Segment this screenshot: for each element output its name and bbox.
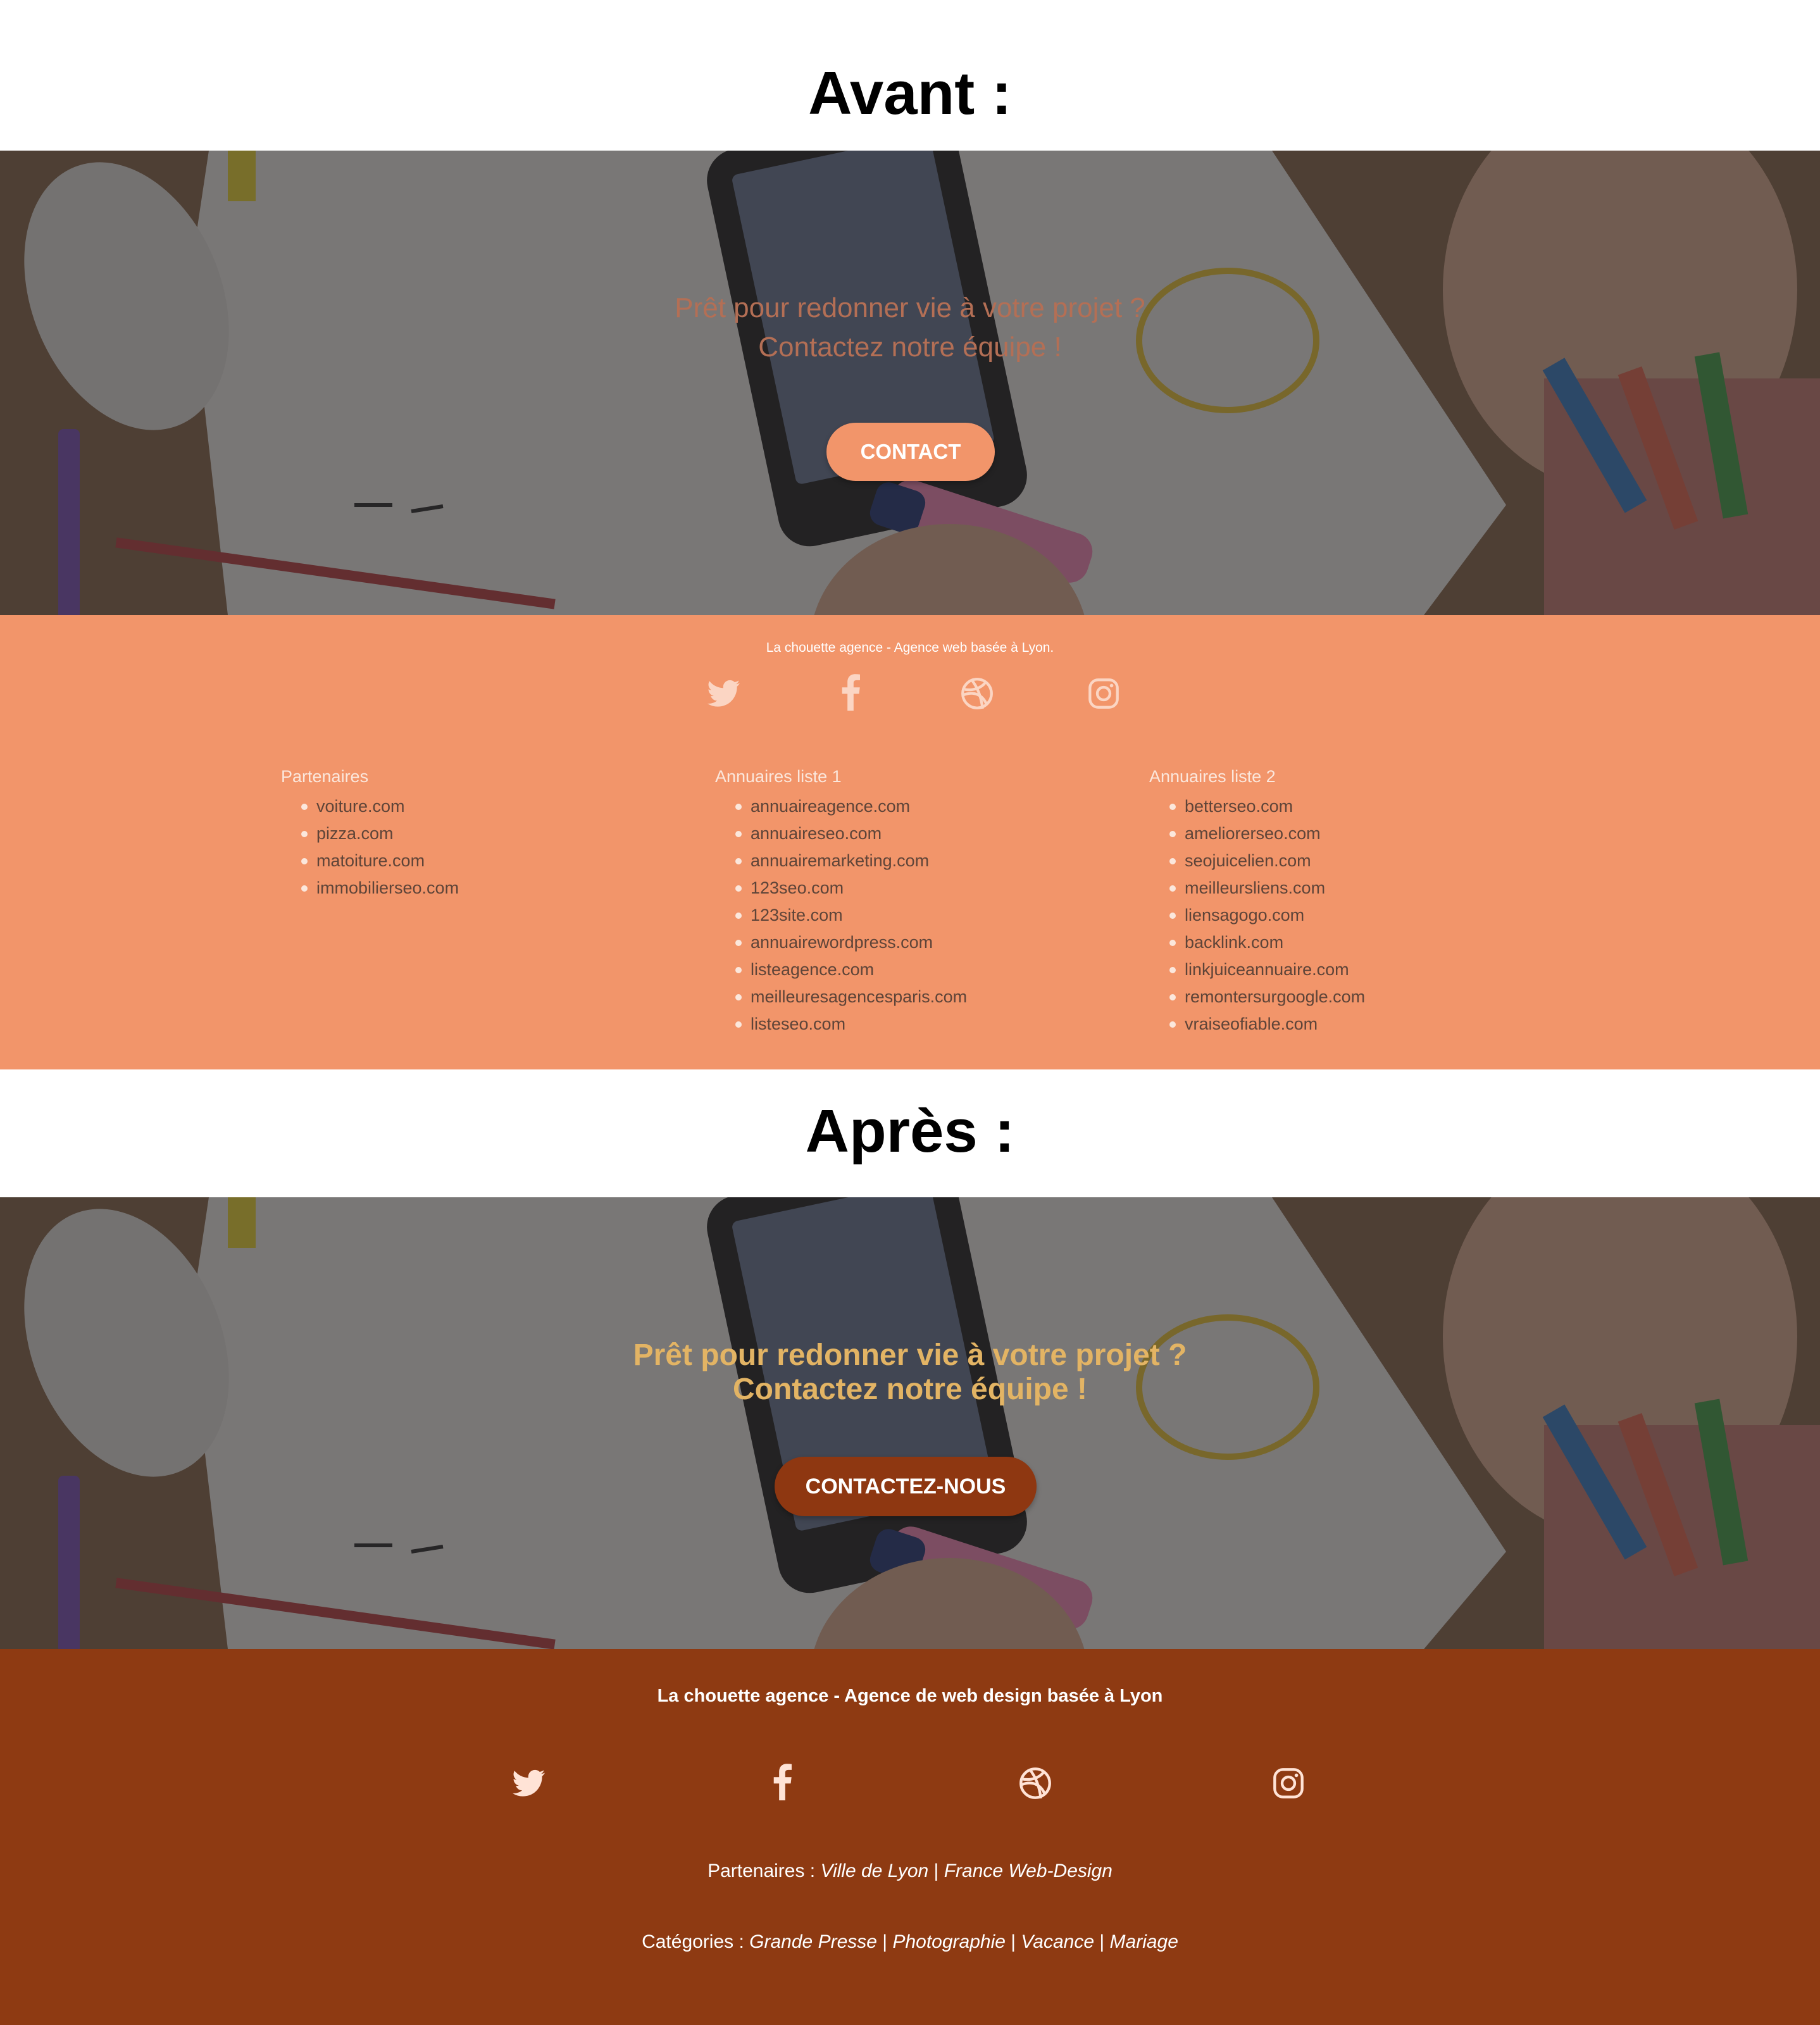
directories-list-2-column: Annuaires liste 2 betterseo.com ameliore…	[1149, 767, 1365, 1038]
hero-title-line1: Prêt pour redonner vie à votre projet ?	[633, 1338, 1187, 1372]
list-item: ameliorerseo.com	[1169, 820, 1365, 847]
link[interactable]: remontersurgoogle.com	[1185, 987, 1365, 1006]
dribbble-icon[interactable]	[1015, 1763, 1056, 1804]
list-item: remontersurgoogle.com	[1169, 983, 1365, 1011]
link[interactable]: linkjuiceannuaire.com	[1185, 960, 1349, 979]
partners-column: Partenaires voiture.com pizza.com matoit…	[281, 767, 459, 902]
category-link-photographie[interactable]: Photographie	[892, 1931, 1005, 1952]
link[interactable]: matoiture.com	[316, 851, 425, 870]
after-footer: La chouette agence - Agence de web desig…	[0, 1649, 1820, 2025]
hero-overlay	[0, 151, 1820, 615]
column-title: Annuaires liste 2	[1149, 767, 1276, 786]
footer-tagline: La chouette agence - Agence de web desig…	[657, 1686, 1163, 1706]
list-item: matoiture.com	[301, 847, 459, 875]
categories-line: Catégories : Grande Presse | Photographi…	[0, 1931, 1820, 1953]
link[interactable]: annuaireagence.com	[751, 797, 910, 816]
separator: |	[933, 1860, 939, 1881]
footer-tagline: La chouette agence - Agence web basée à …	[766, 640, 1054, 655]
link[interactable]: annuairemarketing.com	[751, 851, 929, 870]
link[interactable]: liensagogo.com	[1185, 906, 1304, 925]
before-heading: Avant :	[808, 59, 1012, 127]
facebook-icon[interactable]	[762, 1760, 802, 1804]
list-item: backlink.com	[1169, 929, 1365, 956]
list-item: annuaireagence.com	[735, 793, 967, 820]
list-item: meilleursliens.com	[1169, 875, 1365, 902]
separator: |	[882, 1931, 888, 1952]
list-item: pizza.com	[301, 820, 459, 847]
category-link-mariage[interactable]: Mariage	[1110, 1931, 1178, 1952]
link[interactable]: ameliorerseo.com	[1185, 824, 1321, 843]
list-item: vraiseofiable.com	[1169, 1011, 1365, 1038]
category-link-vacance[interactable]: Vacance	[1021, 1931, 1094, 1952]
separator: |	[1011, 1931, 1016, 1952]
list-item: betterseo.com	[1169, 793, 1365, 820]
before-hero-section: Prêt pour redonner vie à votre projet ? …	[0, 151, 1820, 615]
column-title: Partenaires	[281, 767, 369, 786]
link[interactable]: annuaireseo.com	[751, 824, 882, 843]
twitter-icon[interactable]	[509, 1763, 549, 1804]
before-footer: La chouette agence - Agence web basée à …	[0, 615, 1820, 1069]
list-item: seojuicelien.com	[1169, 847, 1365, 875]
link[interactable]: voiture.com	[316, 797, 405, 816]
list-item: listeagence.com	[735, 956, 967, 983]
link[interactable]: backlink.com	[1185, 933, 1283, 952]
link[interactable]: betterseo.com	[1185, 797, 1293, 816]
hero-overlay	[0, 1197, 1820, 1649]
instagram-icon[interactable]	[1083, 673, 1124, 714]
list-item: annuairewordpress.com	[735, 929, 967, 956]
link[interactable]: annuairewordpress.com	[751, 933, 933, 952]
partners-label: Partenaires :	[707, 1860, 816, 1881]
separator: |	[1099, 1931, 1105, 1952]
hero-title-line2: Contactez notre équipe !	[732, 1373, 1088, 1406]
instagram-icon[interactable]	[1268, 1763, 1309, 1804]
link[interactable]: vraiseofiable.com	[1185, 1014, 1318, 1033]
list-item: 123seo.com	[735, 875, 967, 902]
after-heading: Après :	[805, 1097, 1015, 1165]
list-item: annuaireseo.com	[735, 820, 967, 847]
partner-link-ville-de-lyon[interactable]: Ville de Lyon	[821, 1860, 929, 1881]
list-item: linkjuiceannuaire.com	[1169, 956, 1365, 983]
after-hero-section: Prêt pour redonner vie à votre projet ? …	[0, 1197, 1820, 1649]
link[interactable]: meilleuresagencesparis.com	[751, 987, 967, 1006]
facebook-icon[interactable]	[830, 671, 871, 714]
dribbble-icon[interactable]	[957, 673, 997, 714]
contact-us-button[interactable]: CONTACTEZ-NOUS	[775, 1457, 1037, 1516]
partners-line: Partenaires : Ville de Lyon | France Web…	[0, 1860, 1820, 1882]
link[interactable]: seojuicelien.com	[1185, 851, 1311, 870]
categories-label: Catégories :	[642, 1931, 744, 1952]
list-item: listeseo.com	[735, 1011, 967, 1038]
hero-title-line2: Contactez notre équipe !	[758, 332, 1062, 363]
twitter-icon[interactable]	[704, 673, 744, 714]
column-title: Annuaires liste 1	[715, 767, 842, 786]
link[interactable]: 123seo.com	[751, 878, 844, 897]
link[interactable]: listeagence.com	[751, 960, 874, 979]
link[interactable]: 123site.com	[751, 906, 843, 925]
list-item: annuairemarketing.com	[735, 847, 967, 875]
list-item: 123site.com	[735, 902, 967, 929]
contact-button[interactable]: CONTACT	[826, 423, 995, 481]
list-item: meilleuresagencesparis.com	[735, 983, 967, 1011]
link[interactable]: immobilierseo.com	[316, 878, 459, 897]
link[interactable]: listeseo.com	[751, 1014, 845, 1033]
list-item: voiture.com	[301, 793, 459, 820]
link[interactable]: meilleursliens.com	[1185, 878, 1325, 897]
hero-title-line1: Prêt pour redonner vie à votre projet ?	[675, 292, 1145, 323]
partner-link-france-web-design[interactable]: France Web-Design	[944, 1860, 1113, 1881]
list-item: immobilierseo.com	[301, 875, 459, 902]
link-list: voiture.com pizza.com matoiture.com immo…	[281, 793, 459, 902]
link-list: annuaireagence.com annuaireseo.com annua…	[715, 793, 967, 1038]
link-list: betterseo.com ameliorerseo.com seojuicel…	[1149, 793, 1365, 1038]
directories-list-1-column: Annuaires liste 1 annuaireagence.com ann…	[715, 767, 967, 1038]
category-link-grande-presse[interactable]: Grande Presse	[749, 1931, 877, 1952]
link[interactable]: pizza.com	[316, 824, 394, 843]
list-item: liensagogo.com	[1169, 902, 1365, 929]
